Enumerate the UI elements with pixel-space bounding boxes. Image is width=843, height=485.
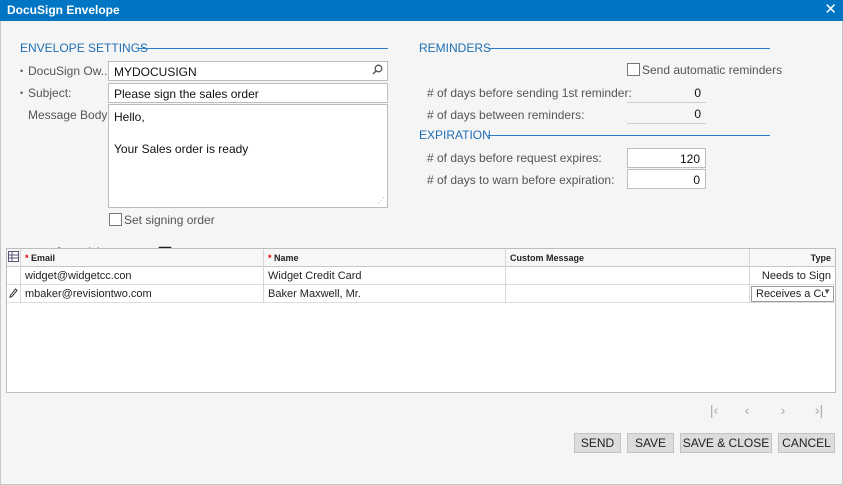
column-custom-message-label: Custom Message bbox=[510, 253, 585, 263]
column-header-custom-message[interactable]: Custom Message bbox=[506, 249, 750, 267]
expiration-title: EXPIRATION bbox=[419, 128, 491, 142]
first-reminder-field: 0 bbox=[627, 83, 706, 103]
send-automatic-reminders-checkbox[interactable] bbox=[627, 63, 640, 76]
between-reminders-label: # of days between reminders: bbox=[427, 108, 585, 122]
close-icon[interactable]: ✕ bbox=[824, 2, 837, 18]
warn-field[interactable]: 0 bbox=[627, 169, 706, 189]
recipients-grid: * Email * Name Custom Message Type widge… bbox=[6, 248, 836, 393]
type-select-value: Receives a Co bbox=[756, 288, 828, 300]
email-cell[interactable]: widget@widgetcc.con bbox=[21, 267, 264, 285]
type-select[interactable]: Receives a Co ▼ bbox=[751, 286, 834, 302]
docusign-owner-value: MYDOCUSIGN bbox=[114, 65, 197, 79]
table-row[interactable]: widget@widgetcc.con Widget Credit Card N… bbox=[7, 267, 835, 285]
send-automatic-reminders-label: Send automatic reminders bbox=[642, 63, 783, 77]
column-name-label: Name bbox=[274, 253, 299, 263]
reminders-divider bbox=[488, 48, 770, 49]
custom-message-cell[interactable] bbox=[506, 285, 750, 303]
first-page-icon[interactable]: |‹ bbox=[704, 401, 724, 419]
between-reminders-field: 0 bbox=[627, 104, 706, 124]
send-button[interactable]: SEND bbox=[574, 433, 621, 453]
first-reminder-label: # of days before sending 1st reminder: bbox=[427, 86, 632, 100]
expires-value: 120 bbox=[679, 152, 700, 166]
custom-message-cell[interactable] bbox=[506, 267, 750, 285]
chevron-down-icon[interactable]: ▼ bbox=[823, 287, 831, 296]
message-body-field[interactable]: Hello, Your Sales order is ready ⋰ bbox=[108, 104, 388, 208]
column-header-email[interactable]: * Email bbox=[21, 249, 264, 267]
reminders-title: REMINDERS bbox=[419, 41, 492, 55]
email-cell[interactable]: mbaker@revisiontwo.com bbox=[21, 285, 264, 303]
grid-settings-icon[interactable] bbox=[7, 249, 21, 267]
required-marker: • bbox=[20, 88, 24, 98]
set-signing-order-label: Set signing order bbox=[124, 213, 215, 227]
edit-pencil-icon bbox=[7, 285, 21, 303]
expires-field[interactable]: 120 bbox=[627, 148, 706, 168]
column-email-label: Email bbox=[31, 253, 56, 263]
column-type-label: Type bbox=[810, 253, 831, 263]
message-body-label: Message Body: bbox=[28, 108, 111, 122]
message-body-line: Hello, bbox=[114, 110, 145, 124]
search-icon[interactable] bbox=[372, 64, 383, 78]
envelope-settings-title: ENVELOPE SETTINGS bbox=[20, 41, 149, 55]
expires-label: # of days before request expires: bbox=[427, 151, 602, 165]
envelope-settings-divider bbox=[138, 48, 388, 49]
message-body-line: Your Sales order is ready bbox=[114, 142, 249, 156]
next-page-icon[interactable]: › bbox=[773, 401, 793, 419]
resize-grip-icon[interactable]: ⋰ bbox=[377, 196, 385, 205]
set-signing-order-checkbox[interactable] bbox=[109, 213, 122, 226]
name-cell[interactable]: Widget Credit Card bbox=[264, 267, 506, 285]
subject-value: Please sign the sales order bbox=[114, 87, 259, 101]
table-row[interactable]: mbaker@revisiontwo.com Baker Maxwell, Mr… bbox=[7, 285, 835, 303]
window-title: DocuSign Envelope bbox=[7, 3, 120, 17]
save-button[interactable]: SAVE bbox=[627, 433, 674, 453]
docusign-owner-label: DocuSign Ow... bbox=[28, 64, 111, 78]
expiration-divider bbox=[488, 135, 770, 136]
subject-label: Subject: bbox=[28, 86, 72, 100]
warn-label: # of days to warn before expiration: bbox=[427, 173, 615, 187]
save-close-button[interactable]: SAVE & CLOSE bbox=[680, 433, 772, 453]
column-header-type[interactable]: Type bbox=[750, 249, 835, 267]
docusign-owner-field[interactable]: MYDOCUSIGN bbox=[108, 61, 388, 81]
column-header-name[interactable]: * Name bbox=[264, 249, 506, 267]
required-marker: • bbox=[20, 66, 24, 76]
type-cell[interactable]: Needs to Sign bbox=[750, 267, 835, 285]
subject-field[interactable]: Please sign the sales order bbox=[108, 83, 388, 103]
message-body-line bbox=[114, 125, 382, 141]
name-cell[interactable]: Baker Maxwell, Mr. bbox=[264, 285, 506, 303]
type-dropdown-cell[interactable]: Receives a Co ▼ bbox=[750, 285, 835, 303]
previous-page-icon[interactable]: ‹ bbox=[737, 401, 757, 419]
cancel-button[interactable]: CANCEL bbox=[778, 433, 835, 453]
grid-header: * Email * Name Custom Message Type bbox=[7, 249, 835, 267]
title-bar: DocuSign Envelope ✕ bbox=[0, 0, 843, 21]
first-reminder-value: 0 bbox=[694, 86, 701, 100]
row-selector[interactable] bbox=[7, 267, 21, 285]
between-reminders-value: 0 bbox=[694, 107, 701, 121]
last-page-icon[interactable]: ›| bbox=[809, 401, 829, 419]
warn-value: 0 bbox=[693, 173, 700, 187]
